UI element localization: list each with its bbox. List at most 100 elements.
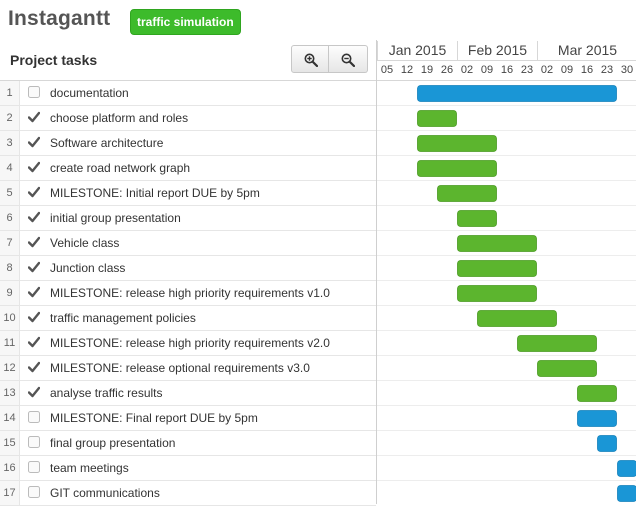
checkmark-icon[interactable] [28,311,40,323]
week-label: 26 [437,62,457,78]
task-bar[interactable] [618,486,636,502]
task-row[interactable]: 1documentation [0,81,376,106]
checkbox-outline [29,487,40,498]
task-row[interactable]: 12MILESTONE: release optional requiremen… [0,356,376,381]
task-name[interactable]: analyse traffic results [50,381,163,405]
checkmark-icon-stroke [29,263,39,271]
task-name[interactable]: MILESTONE: release high priority require… [50,281,330,305]
checkbox-outline [29,462,40,473]
task-bar[interactable] [458,286,537,302]
row-number: 3 [0,131,20,155]
task-row[interactable]: 2 choose platform and roles [0,106,376,131]
task-bar[interactable] [418,136,497,152]
zoom-out-button[interactable] [329,45,368,73]
month-label: Feb 2015 [457,41,537,60]
checkmark-icon[interactable] [28,186,40,198]
task-bar[interactable] [458,211,497,227]
timeline-header: Jan 2015Feb 2015Mar 20150512192602091623… [377,40,636,81]
task-row[interactable]: 9MILESTONE: release high priority requir… [0,281,376,306]
task-name[interactable]: final group presentation [50,431,175,455]
task-row[interactable]: 5 MILESTONE: Initial report DUE by 5pm [0,181,376,206]
checkmark-icon[interactable] [28,211,40,223]
task-name[interactable]: MILESTONE: release optional requirements… [50,356,310,380]
row-number: 10 [0,306,20,330]
week-label: 23 [517,62,537,78]
week-label: 09 [477,62,497,78]
task-bar[interactable] [458,236,537,252]
task-row[interactable]: 4 create road network graph [0,156,376,181]
task-row[interactable]: 11MILESTONE: release high priority requi… [0,331,376,356]
unchecked-box-icon[interactable] [28,86,40,98]
task-row[interactable]: 3 Software architecture [0,131,376,156]
task-bar[interactable] [518,336,597,352]
week-label: 02 [537,62,557,78]
task-name[interactable]: Junction class [50,256,125,280]
checkmark-icon[interactable] [28,111,40,123]
task-bar[interactable] [598,436,617,452]
task-name[interactable]: Software architecture [50,131,163,155]
checkmark-icon[interactable] [28,236,40,248]
checkmark-icon-stroke [29,138,39,146]
task-bar[interactable] [538,361,597,377]
checkmark-icon-stroke [29,113,39,121]
unchecked-box-icon[interactable] [28,486,40,498]
checkmark-icon-stroke [29,313,39,321]
row-number: 13 [0,381,20,405]
checkmark-icon[interactable] [28,386,40,398]
task-name[interactable]: traffic management policies [50,306,196,330]
task-bar[interactable] [578,386,617,402]
row-number: 4 [0,156,20,180]
row-number: 2 [0,106,20,130]
zoom-in-icon [304,53,318,67]
task-name[interactable]: create road network graph [50,156,190,180]
unchecked-box-icon[interactable] [28,436,40,448]
task-row[interactable]: 16 team meetings [0,456,376,481]
task-name[interactable]: MILESTONE: Final report DUE by 5pm [50,406,258,430]
checkmark-icon[interactable] [28,361,40,373]
task-bar[interactable] [418,86,617,102]
row-number: 16 [0,456,20,480]
task-row[interactable]: 15final group presentation [0,431,376,456]
task-name[interactable]: initial group presentation [50,206,181,230]
row-number: 5 [0,181,20,205]
zoom-in-button[interactable] [291,45,329,73]
task-row[interactable]: 7 Vehicle class [0,231,376,256]
task-name[interactable]: choose platform and roles [50,106,188,130]
task-bar[interactable] [418,111,457,127]
week-label: 02 [457,62,477,78]
task-name[interactable]: team meetings [50,456,129,480]
task-row[interactable]: 14MILESTONE: Final report DUE by 5pm [0,406,376,431]
row-number: 7 [0,231,20,255]
tasks-panel-title: Project tasks [10,52,97,68]
task-bar[interactable] [478,311,557,327]
task-row[interactable]: 8 Junction class [0,256,376,281]
zoom-out-icon [341,53,355,67]
task-name[interactable]: documentation [50,81,129,105]
checkbox-outline [29,437,40,448]
checkmark-icon[interactable] [28,286,40,298]
task-row[interactable]: 6initial group presentation [0,206,376,231]
row-number: 8 [0,256,20,280]
checkmark-icon-stroke [29,188,39,196]
task-bar[interactable] [578,411,617,427]
checkmark-icon[interactable] [28,161,40,173]
checkmark-icon[interactable] [28,261,40,273]
checkmark-icon[interactable] [28,136,40,148]
task-name[interactable]: MILESTONE: release high priority require… [50,331,330,355]
unchecked-box-icon[interactable] [28,461,40,473]
unchecked-box-icon[interactable] [28,411,40,423]
checkmark-icon[interactable] [28,336,40,348]
task-bar[interactable] [458,261,537,277]
task-name[interactable]: Vehicle class [50,231,119,255]
month-label: Jan 2015 [377,41,457,60]
checkbox-outline [29,87,40,98]
task-bar[interactable] [418,161,497,177]
task-row[interactable]: 17GIT communications [0,481,376,506]
task-name[interactable]: GIT communications [50,481,160,505]
task-bar[interactable] [438,186,497,202]
task-row[interactable]: 10 traffic management policies [0,306,376,331]
task-row[interactable]: 13 analyse traffic results [0,381,376,406]
task-bar[interactable] [618,461,636,477]
task-name[interactable]: MILESTONE: Initial report DUE by 5pm [50,181,260,205]
project-badge[interactable]: traffic simulation [130,9,241,35]
